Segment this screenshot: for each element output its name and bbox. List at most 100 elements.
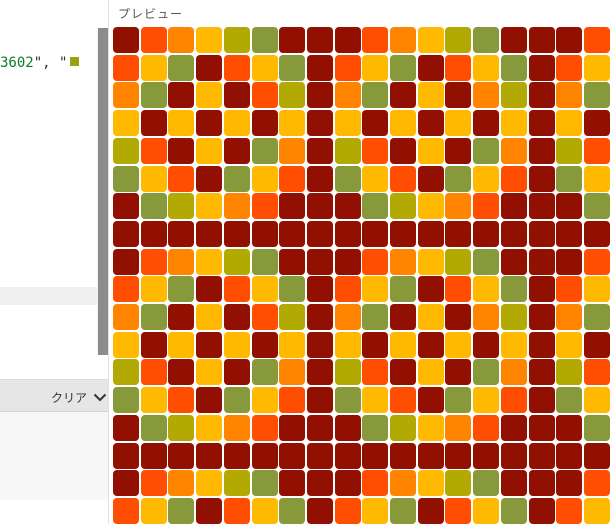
preview-tile bbox=[390, 497, 416, 524]
preview-tile bbox=[306, 497, 333, 524]
preview-tile bbox=[279, 137, 306, 164]
code-editor[interactable]: 3602", " bbox=[0, 0, 97, 287]
preview-tile bbox=[196, 54, 223, 81]
preview-tile bbox=[196, 304, 223, 330]
preview-tile bbox=[140, 248, 167, 275]
preview-tile bbox=[417, 27, 444, 53]
preview-tile bbox=[583, 165, 610, 192]
preview-tile bbox=[528, 110, 555, 137]
preview-tile bbox=[473, 54, 500, 81]
preview-tile bbox=[445, 220, 472, 247]
preview-tile bbox=[390, 470, 416, 497]
preview-tile bbox=[279, 470, 306, 497]
preview-tile bbox=[223, 54, 250, 81]
preview-tile bbox=[306, 276, 333, 303]
preview-tile bbox=[113, 110, 139, 137]
preview-tile bbox=[417, 387, 444, 414]
preview-tile bbox=[528, 220, 555, 247]
preview-tile bbox=[223, 304, 250, 330]
preview-tile bbox=[473, 27, 500, 53]
preview-tile bbox=[445, 137, 472, 164]
preview-tile bbox=[113, 470, 139, 497]
preview-canvas bbox=[109, 26, 615, 524]
preview-tile bbox=[168, 331, 195, 358]
preview-tile bbox=[445, 276, 472, 303]
preview-tile bbox=[583, 331, 610, 358]
preview-tile bbox=[528, 54, 555, 81]
preview-tile bbox=[113, 414, 139, 441]
preview-tile bbox=[583, 220, 610, 247]
preview-tile bbox=[445, 248, 472, 275]
preview-tile bbox=[556, 82, 583, 109]
preview-tile bbox=[500, 387, 527, 414]
preview-tile bbox=[500, 82, 527, 109]
preview-tile bbox=[417, 304, 444, 330]
preview-tile bbox=[417, 193, 444, 220]
preview-tile bbox=[223, 27, 250, 53]
code-string-fragment: 3602 bbox=[0, 55, 34, 71]
preview-tile bbox=[473, 165, 500, 192]
preview-tile bbox=[556, 414, 583, 441]
preview-tile bbox=[500, 110, 527, 137]
preview-tile bbox=[196, 470, 223, 497]
preview-tile bbox=[445, 193, 472, 220]
preview-tile bbox=[140, 331, 167, 358]
preview-tile bbox=[417, 276, 444, 303]
preview-tile bbox=[334, 165, 361, 192]
preview-tile bbox=[113, 248, 139, 275]
preview-tile bbox=[362, 165, 389, 192]
preview-tile bbox=[113, 193, 139, 220]
preview-tile bbox=[528, 387, 555, 414]
preview-tile bbox=[473, 137, 500, 164]
preview-tile bbox=[306, 220, 333, 247]
preview-tile bbox=[473, 359, 500, 386]
preview-tile bbox=[168, 110, 195, 137]
preview-tile bbox=[279, 27, 306, 53]
preview-tile bbox=[251, 248, 278, 275]
preview-tile bbox=[390, 414, 416, 441]
preview-tile bbox=[113, 276, 139, 303]
preview-tile bbox=[306, 304, 333, 330]
preview-tile bbox=[556, 110, 583, 137]
preview-tile bbox=[390, 220, 416, 247]
preview-tile bbox=[223, 193, 250, 220]
preview-tile bbox=[417, 54, 444, 81]
clear-button[interactable]: クリア bbox=[51, 386, 107, 408]
preview-tile bbox=[223, 414, 250, 441]
preview-tile bbox=[279, 414, 306, 441]
preview-tile bbox=[417, 82, 444, 109]
preview-tile bbox=[390, 165, 416, 192]
preview-tile bbox=[140, 497, 167, 524]
preview-tile bbox=[223, 359, 250, 386]
preview-tile bbox=[362, 331, 389, 358]
preview-tile bbox=[556, 497, 583, 524]
pane-divider[interactable] bbox=[0, 287, 97, 305]
preview-tile bbox=[279, 82, 306, 109]
preview-tile bbox=[306, 359, 333, 386]
preview-tile bbox=[140, 442, 167, 469]
code-line: 3602", " bbox=[0, 54, 80, 72]
preview-tile bbox=[140, 470, 167, 497]
preview-tile bbox=[390, 110, 416, 137]
preview-tile bbox=[334, 220, 361, 247]
preview-tile bbox=[334, 82, 361, 109]
preview-tile bbox=[334, 387, 361, 414]
preview-tile bbox=[583, 54, 610, 81]
preview-tile bbox=[306, 442, 333, 469]
preview-tile bbox=[445, 110, 472, 137]
preview-tile bbox=[196, 497, 223, 524]
preview-tile bbox=[390, 442, 416, 469]
preview-tile bbox=[113, 387, 139, 414]
preview-tile bbox=[196, 442, 223, 469]
preview-tile bbox=[334, 110, 361, 137]
preview-tile bbox=[362, 110, 389, 137]
preview-tile bbox=[168, 82, 195, 109]
editor-scrollbar-thumb[interactable] bbox=[98, 28, 108, 355]
preview-tile bbox=[528, 137, 555, 164]
preview-tile bbox=[473, 248, 500, 275]
preview-tile bbox=[473, 470, 500, 497]
preview-tile bbox=[390, 137, 416, 164]
preview-tile bbox=[500, 276, 527, 303]
preview-tile bbox=[556, 54, 583, 81]
preview-tile bbox=[528, 442, 555, 469]
